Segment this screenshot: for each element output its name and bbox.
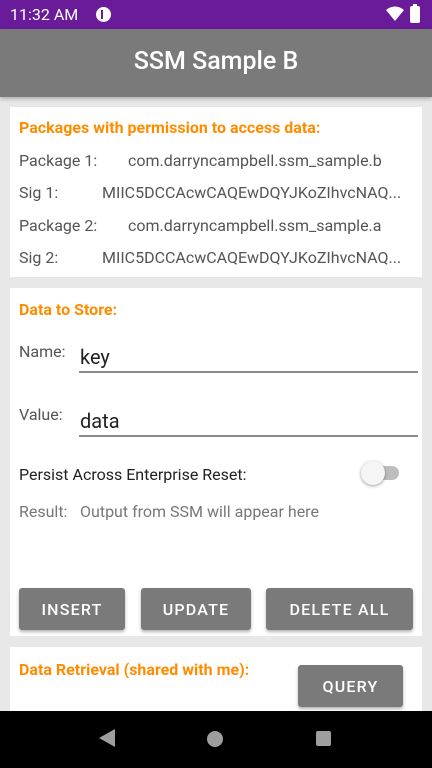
value-label: Value: bbox=[19, 405, 63, 424]
package2-label: Package 2: bbox=[19, 216, 98, 235]
wifi-icon bbox=[386, 6, 404, 21]
store-title: Data to Store: bbox=[19, 300, 118, 319]
name-field-underline bbox=[79, 371, 418, 373]
app-notification-icon bbox=[96, 7, 111, 22]
persist-label: Persist Across Enterprise Reset: bbox=[19, 465, 247, 484]
update-button[interactable]: UPDATE bbox=[141, 588, 251, 630]
sig2-label: Sig 2: bbox=[19, 248, 59, 267]
packages-title: Packages with permission to access data: bbox=[19, 118, 321, 137]
app-title: SSM Sample B bbox=[133, 47, 299, 76]
store-card bbox=[10, 288, 422, 636]
recents-icon[interactable] bbox=[316, 731, 331, 746]
insert-button[interactable]: INSERT bbox=[19, 588, 125, 630]
status-time: 11:32 AM bbox=[10, 5, 79, 24]
result-label: Result: bbox=[19, 502, 68, 521]
package1-value: com.darryncampbell.ssm_sample.b bbox=[128, 151, 382, 170]
sig1-value: MIIC5DCCAcwCAQEwDQYJKoZIhvcNAQ... bbox=[102, 183, 402, 202]
delete-all-button[interactable]: DELETE ALL bbox=[266, 588, 413, 630]
result-value: Output from SSM will appear here bbox=[80, 502, 319, 521]
package1-label: Package 1: bbox=[19, 151, 98, 170]
back-icon[interactable] bbox=[99, 729, 115, 747]
name-label: Name: bbox=[19, 342, 66, 361]
retrieval-title: Data Retrieval (shared with me): bbox=[19, 660, 250, 679]
home-icon[interactable] bbox=[207, 731, 223, 747]
package2-value: com.darryncampbell.ssm_sample.a bbox=[128, 216, 382, 235]
name-field[interactable]: key bbox=[80, 345, 110, 369]
sig2-value: MIIC5DCCAcwCAQEwDQYJKoZIhvcNAQ... bbox=[102, 248, 402, 267]
query-button[interactable]: QUERY bbox=[298, 665, 403, 707]
battery-icon bbox=[410, 4, 420, 23]
value-field[interactable]: data bbox=[80, 409, 120, 433]
app-bar: SSM Sample B bbox=[0, 29, 432, 97]
status-bar: 11:32 AM bbox=[0, 0, 432, 29]
value-field-underline bbox=[79, 435, 418, 437]
sig1-label: Sig 1: bbox=[19, 183, 59, 202]
persist-toggle-thumb[interactable] bbox=[361, 461, 385, 485]
